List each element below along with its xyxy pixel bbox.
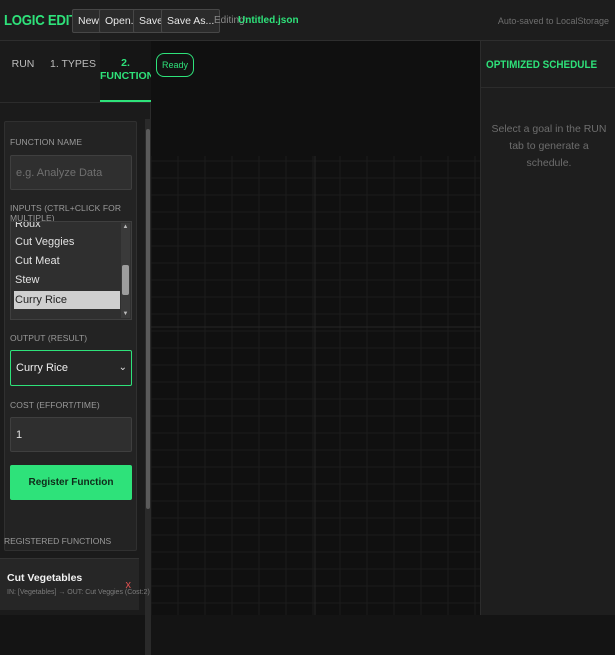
register-function-button[interactable]: Register Function [10,465,132,500]
schedule-title: OPTIMIZED SCHEDULE [486,59,598,71]
registered-function-name: Cut Vegetables [7,572,83,584]
list-item[interactable]: Stew [14,271,120,289]
tab-types[interactable]: 1. TYPES [46,41,100,102]
scroll-up-icon[interactable]: ▲ [121,224,130,230]
autosave-status: Auto-saved to LocalStorage [497,16,609,26]
tab-run[interactable]: RUN [0,41,46,102]
registered-function-item[interactable]: Cut Vegetables IN: [Vegetables] → OUT: C… [0,558,150,610]
tab-bar: RUN 1. TYPES 2. FUNCTIONS [0,41,161,103]
list-item[interactable]: Roux [14,222,120,233]
inputs-label: INPUTS (CTRL+CLICK FOR MULTIPLE) [10,203,122,223]
listbox-scroll-thumb[interactable] [122,265,129,295]
function-name-label: FUNCTION NAME [10,137,83,147]
function-name-input[interactable] [10,155,132,190]
left-panel: RUN 1. TYPES 2. FUNCTIONS FUNCTION NAME … [0,41,161,655]
cost-label: COST (EFFORT/TIME) [10,400,100,410]
list-item-selected[interactable]: Curry Rice [14,291,120,309]
registered-functions-label: REGISTERED FUNCTIONS [4,536,112,546]
chevron-down-icon: ⌄ [118,362,127,373]
cost-input[interactable] [10,417,132,452]
file-name: Untitled.json [238,15,299,26]
panel-scroll-thumb[interactable] [146,129,150,509]
delete-icon[interactable]: x [126,579,132,591]
schedule-empty-message: Select a goal in the RUN tab to generate… [491,123,607,169]
output-select-value: Curry Rice [16,362,68,374]
list-item[interactable]: Cut Meat [14,252,120,270]
list-item[interactable]: Cut Veggies [14,233,120,251]
top-toolbar: LOGIC EDITOR New Open... Save Save As...… [0,0,615,41]
save-as-button[interactable]: Save As... [161,9,221,33]
output-label: OUTPUT (RESULT) [10,333,88,343]
scroll-down-icon[interactable]: ▼ [121,311,130,317]
output-select[interactable]: Curry Rice ⌄ [10,350,132,386]
inputs-listbox[interactable]: Roux Cut Veggies Cut Meat Stew Curry Ric… [10,221,132,320]
function-form: FUNCTION NAME INPUTS (CTRL+CLICK FOR MUL… [4,121,137,551]
status-badge: Ready [156,53,195,77]
tab-functions[interactable]: 2. FUNCTIONS [100,41,161,102]
listbox-scrollbar[interactable]: ▲ ▼ [121,223,130,318]
schedule-header: OPTIMIZED SCHEDULE [481,41,615,88]
schedule-panel: OPTIMIZED SCHEDULE Select a goal in the … [480,41,615,615]
graph-canvas[interactable]: Ready [151,41,480,615]
grid-background [151,156,480,615]
